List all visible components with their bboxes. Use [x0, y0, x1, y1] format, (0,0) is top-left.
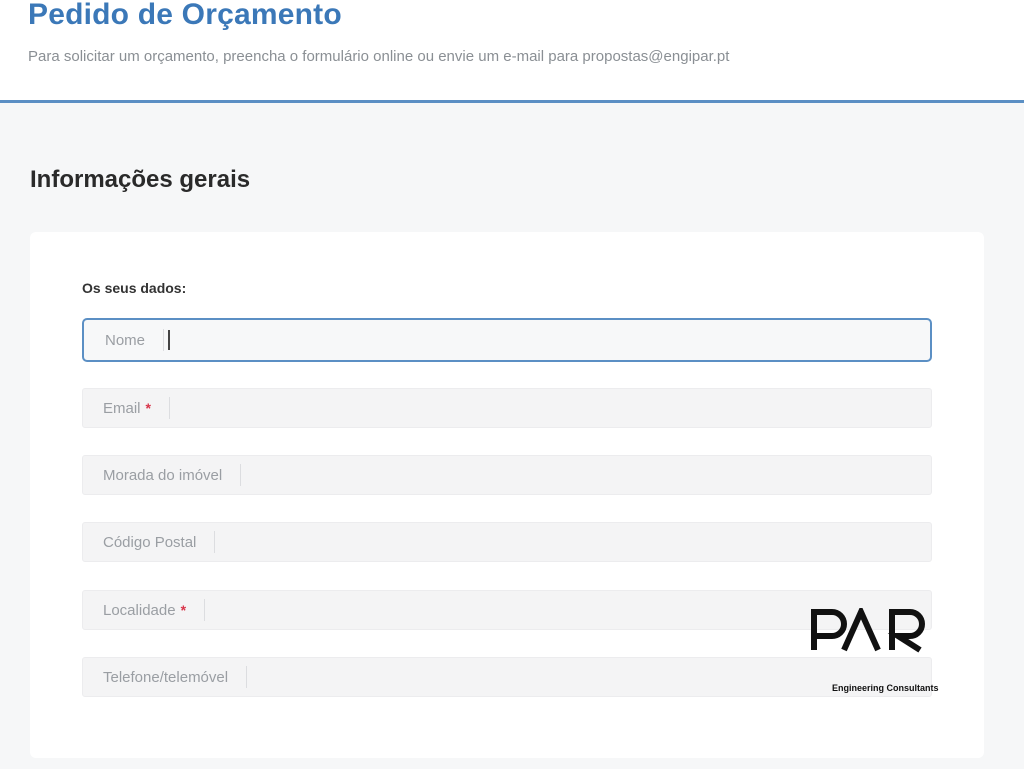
address-input[interactable] [241, 456, 931, 494]
logo-tagline: Engineering Consultants [832, 683, 939, 693]
email-field-label: Email [103, 399, 141, 417]
postal-code-field[interactable]: Código Postal [82, 522, 932, 562]
postal-code-field-label: Código Postal [103, 533, 197, 551]
group-label: Os seus dados: [82, 280, 187, 296]
postal-code-input[interactable] [215, 523, 931, 561]
section-title: Informações gerais [30, 166, 251, 193]
page-title: Pedido de Orçamento [28, 0, 342, 31]
page-subtitle: Para solicitar um orçamento, preencha o … [28, 48, 730, 65]
phone-field[interactable]: Telefone/telemóvel [82, 657, 932, 697]
address-field-label: Morada do imóvel [103, 466, 223, 484]
email-input[interactable] [169, 389, 931, 427]
locality-field[interactable]: Localidade * [82, 590, 932, 630]
locality-field-label: Localidade [103, 601, 176, 619]
required-mark: * [145, 400, 151, 416]
phone-field-label: Telefone/telemóvel [103, 668, 229, 686]
required-mark: * [180, 602, 187, 618]
email-field[interactable]: Email * [82, 388, 932, 428]
name-input[interactable] [170, 320, 930, 360]
page-header: Pedido de Orçamento Para solicitar um or… [0, 0, 1024, 103]
name-field-label: Nome [105, 331, 146, 349]
field-divider [163, 329, 165, 351]
address-field[interactable]: Morada do imóvel [82, 455, 932, 495]
name-field[interactable]: Nome [82, 318, 932, 362]
